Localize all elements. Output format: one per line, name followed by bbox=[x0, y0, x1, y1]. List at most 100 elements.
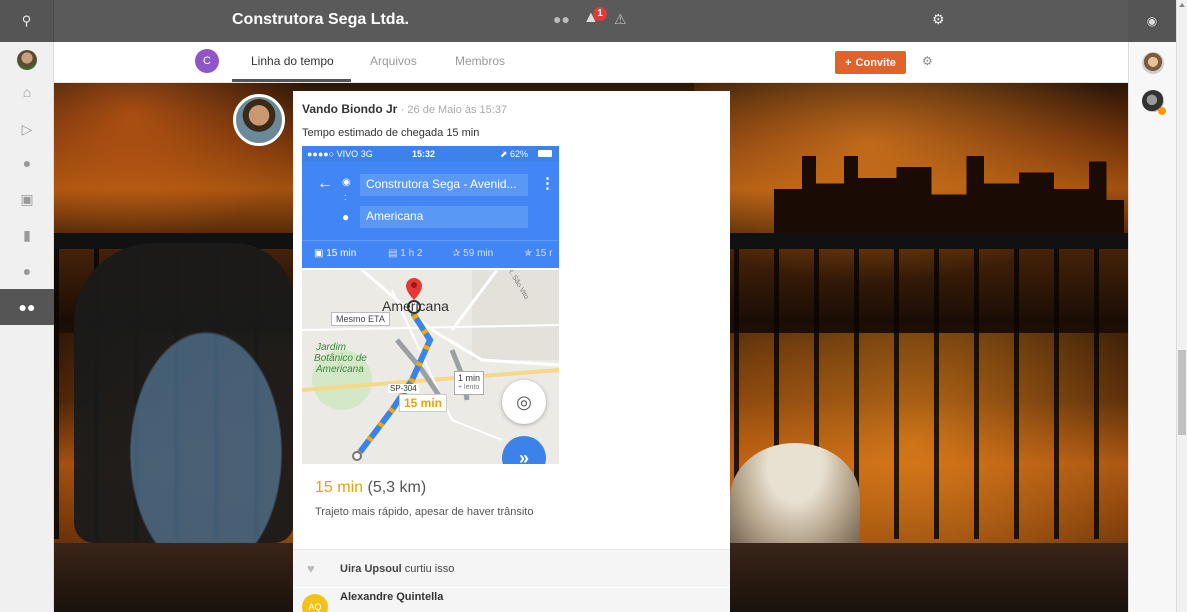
mode-transit: ▤ 1 h 2 bbox=[388, 248, 422, 259]
eta-distance: (5,3 km) bbox=[367, 479, 427, 496]
map-city-label: Americana bbox=[382, 298, 449, 314]
park-label-line2: Botânico de bbox=[314, 353, 367, 364]
directions-header: ← ◉ : ● Construtora Sega - Avenid... Ame… bbox=[302, 162, 559, 240]
sidebar-item-groups[interactable]: ●● bbox=[0, 289, 54, 325]
phone-time: 15:32 bbox=[412, 149, 436, 159]
tab-files[interactable]: Arquivos bbox=[370, 54, 417, 68]
contact-avatar[interactable] bbox=[1142, 52, 1164, 74]
mode-transit-label: 1 h 2 bbox=[400, 248, 423, 259]
origin-field: Construtora Sega - Avenid... bbox=[360, 174, 528, 196]
home-icon: ⌂ bbox=[22, 84, 32, 100]
chat-panel-button[interactable]: ◉ bbox=[1128, 0, 1176, 42]
group-nav: C Linha do tempo Arquivos Membros + Conv… bbox=[54, 42, 1128, 83]
slow-route-chip: 1 min + lento bbox=[454, 371, 485, 395]
eta-minutes: 15 bbox=[315, 479, 333, 496]
notification-badge: 1 bbox=[593, 7, 607, 21]
mode-walking-label: 59 min bbox=[463, 248, 494, 259]
eta-description: Trajeto mais rápido, apesar de haver trâ… bbox=[315, 506, 534, 518]
megaphone-icon: ▷ bbox=[21, 120, 33, 137]
origin-dot-icon: ◉ bbox=[342, 177, 351, 188]
chat-icon: ● bbox=[22, 155, 32, 171]
road-shield: SP-304 bbox=[388, 384, 419, 393]
invite-button[interactable]: + Convite bbox=[835, 51, 906, 74]
comment-row: AQ Alexandre Quintella bbox=[293, 588, 730, 612]
chat-bubble-icon: ◉ bbox=[1146, 14, 1158, 28]
commenter-avatar[interactable]: AQ bbox=[302, 594, 328, 612]
my-location-icon: ◎ bbox=[502, 380, 546, 424]
mode-cycling: ✯ 15 r bbox=[524, 248, 552, 259]
park-label-line1: Jardim bbox=[316, 342, 347, 353]
post-header: Vando Biondo Jr · 26 de Maio às 15:37 bbox=[302, 102, 507, 116]
same-eta-chip: Mesmo ETA bbox=[331, 312, 390, 326]
cover-person bbox=[74, 243, 294, 543]
slow-route-time: 1 min bbox=[458, 373, 481, 383]
travel-modes: ▣ 15 min ▤ 1 h 2 ✰ 59 min ✯ 15 r bbox=[302, 240, 559, 268]
slow-route-note: + lento bbox=[458, 384, 480, 391]
active-tab-indicator bbox=[232, 79, 351, 82]
scrollbar[interactable] bbox=[1176, 0, 1187, 612]
phone-carrier: ●●●●○ VIVO 3G bbox=[307, 149, 373, 159]
tab-timeline[interactable]: Linha do tempo bbox=[251, 54, 334, 68]
likes-suffix: curtiu isso bbox=[404, 563, 455, 575]
left-sidebar: ⌂ ▷ ● ▣ ▮ ● ●● bbox=[0, 42, 54, 612]
avatar bbox=[17, 50, 37, 70]
top-bar: ⚲ Construtora Sega Ltda. ●● ▲ 1 ⚠ ⚙ ◉ bbox=[0, 0, 1187, 42]
destination-field: Americana bbox=[360, 206, 528, 228]
mode-driving: ▣ 15 min bbox=[314, 248, 356, 259]
warning-icon[interactable]: ⚠ bbox=[614, 11, 627, 28]
likes-text: Uira Upsoul curtiu isso bbox=[340, 563, 454, 575]
chat-icon[interactable]: ●● bbox=[553, 11, 570, 27]
book-icon: ▮ bbox=[23, 226, 31, 243]
document-icon: ▣ bbox=[20, 190, 34, 207]
phone-status-bar: ●●●●○ VIVO 3G 15:32 ⬈ 62% bbox=[302, 146, 559, 162]
scroll-thumb[interactable] bbox=[1178, 350, 1186, 435]
mode-driving-label: 15 min bbox=[326, 248, 357, 259]
mode-cycling-label: 15 r bbox=[535, 248, 553, 259]
sidebar-item-documents[interactable]: ▣ bbox=[0, 181, 54, 217]
battery-icon bbox=[538, 150, 552, 157]
gear-icon[interactable]: ⚙ bbox=[932, 11, 945, 28]
park-label-line3: Americana bbox=[316, 364, 364, 375]
back-arrow-icon: ← bbox=[317, 175, 333, 192]
post-date[interactable]: · 26 de Maio às 15:37 bbox=[401, 104, 507, 116]
user-icon: ● bbox=[22, 263, 32, 279]
phone-battery: ⬈ 62% bbox=[500, 149, 529, 159]
more-options-icon: ⋮ bbox=[540, 175, 555, 192]
route-dots-icon: : bbox=[344, 192, 347, 202]
sidebar-item-people[interactable]: ● bbox=[0, 253, 54, 289]
sidebar-item-profile[interactable] bbox=[0, 42, 54, 78]
car-icon: ▣ bbox=[314, 248, 327, 259]
group-avatar[interactable]: C bbox=[195, 49, 219, 73]
sidebar-item-notes[interactable]: ▮ bbox=[0, 217, 54, 253]
page-title: Construtora Sega Ltda. bbox=[232, 11, 409, 28]
online-status-indicator bbox=[1158, 107, 1166, 115]
post-text: Tempo estimado de chegada 15 min bbox=[302, 127, 480, 139]
post-author[interactable]: Vando Biondo Jr bbox=[302, 102, 397, 116]
post-card: Vando Biondo Jr · 26 de Maio às 15:37 Te… bbox=[293, 91, 730, 612]
heart-icon[interactable]: ♥ bbox=[307, 561, 315, 576]
scroll-up-arrow[interactable] bbox=[1179, 3, 1185, 7]
author-avatar[interactable] bbox=[233, 94, 285, 146]
sidebar-item-messages[interactable]: ● bbox=[0, 145, 54, 181]
route-time-label: 15 min bbox=[399, 394, 448, 412]
eta-summary: 15 min (5,3 km) bbox=[315, 479, 426, 497]
search-button[interactable]: ⚲ bbox=[0, 0, 54, 42]
tab-members[interactable]: Membros bbox=[455, 54, 505, 68]
destination-pin-icon: ● bbox=[342, 210, 350, 224]
gear-icon[interactable]: ⚙ bbox=[922, 54, 933, 68]
like-user-name[interactable]: Uira Upsoul bbox=[340, 563, 402, 575]
search-icon: ⚲ bbox=[21, 13, 32, 28]
right-sidebar bbox=[1128, 42, 1176, 612]
sidebar-item-home[interactable]: ⌂ bbox=[0, 74, 54, 110]
mode-walking: ✰ 59 min bbox=[452, 248, 493, 259]
invite-label: Convite bbox=[855, 56, 896, 69]
sidebar-item-announcements[interactable]: ▷ bbox=[0, 111, 54, 147]
post-image[interactable]: ●●●●○ VIVO 3G 15:32 ⬈ 62% ← ◉ : ● Constr… bbox=[302, 146, 559, 464]
cover-table bbox=[730, 443, 860, 553]
commenter-name[interactable]: Alexandre Quintella bbox=[340, 591, 443, 603]
group-icon: ●● bbox=[18, 299, 36, 315]
likes-row: ♥ Uira Upsoul curtiu isso bbox=[293, 549, 730, 587]
transit-icon: ▤ bbox=[388, 248, 401, 259]
plus-icon: + bbox=[845, 56, 852, 69]
bike-icon: ✯ bbox=[524, 248, 536, 259]
